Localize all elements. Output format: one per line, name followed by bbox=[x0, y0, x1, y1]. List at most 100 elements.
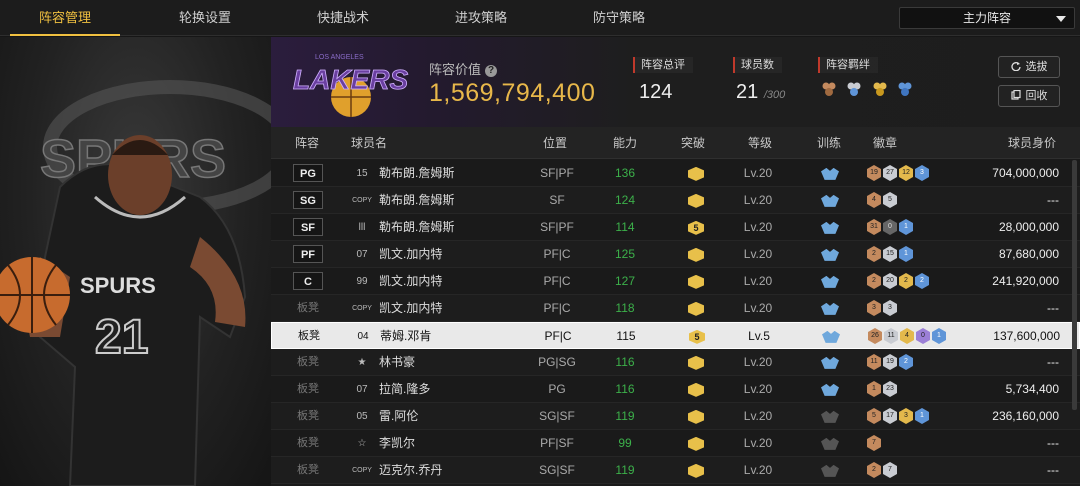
table-row[interactable]: 板凳 04 蒂姆.邓肯 PF|C 115 5 Lv.5 26 11 4 0 1 137,600,000 bbox=[271, 322, 1080, 349]
breakthrough-crown-icon[interactable] bbox=[688, 301, 704, 316]
training-crown-icon[interactable] bbox=[821, 221, 839, 234]
table-row[interactable]: 板凳 05 雷.阿伦 SG|SF 119 Lv.20 5 17 3 1 236,160,000 bbox=[271, 403, 1080, 430]
player-name[interactable]: 林书豪 bbox=[379, 349, 415, 376]
badge-gold-icon: 3 bbox=[899, 408, 913, 424]
training-crown-icon[interactable] bbox=[821, 356, 839, 369]
table-row[interactable]: 板凳 COPY 迈克尔.乔丹 SG|SF 119 Lv.20 2 7 --- bbox=[271, 457, 1080, 484]
breakthrough-crown-icon[interactable] bbox=[688, 274, 704, 289]
player-position: PF|C bbox=[543, 301, 571, 315]
training-crown-icon[interactable] bbox=[821, 275, 839, 288]
lineup-slot: SF bbox=[293, 218, 323, 236]
table-row[interactable]: 板凳 ★ 林书豪 PG|SG 116 Lv.20 11 19 2 --- bbox=[271, 349, 1080, 376]
col-player-name[interactable]: 球员名 bbox=[351, 127, 387, 159]
col-training[interactable]: 训练 bbox=[817, 127, 841, 159]
player-name[interactable]: 勒布朗.詹姆斯 bbox=[379, 214, 454, 241]
lineup-dropdown[interactable]: 主力阵容 bbox=[899, 7, 1075, 29]
table-scrollbar[interactable] bbox=[1072, 160, 1077, 410]
badge-list[interactable]: 19 27 12 3 bbox=[867, 165, 931, 182]
col-breakthrough[interactable]: 突破 bbox=[681, 127, 705, 159]
badge-list[interactable]: 33 bbox=[867, 300, 899, 317]
bond-bronze-icon[interactable] bbox=[821, 81, 837, 97]
badge-blue-icon: 2 bbox=[915, 273, 929, 289]
badge-list[interactable]: 2 20 2 2 bbox=[867, 273, 931, 290]
table-row[interactable]: 板凳 ☆ 李凯尔 PF|SF 99 Lv.20 7 --- bbox=[271, 430, 1080, 457]
tab-defense-strategy[interactable]: 防守策略 bbox=[564, 0, 674, 36]
lineup-summary-header: LAKERS LOS ANGELES 阵容价值? 1,569,794,400 阵… bbox=[271, 37, 1080, 127]
col-rating[interactable]: 能力 bbox=[613, 127, 637, 159]
breakthrough-crown-icon[interactable] bbox=[688, 436, 704, 451]
training-cell bbox=[820, 323, 842, 350]
player-level: Lv.5 bbox=[748, 329, 770, 343]
recycle-button[interactable]: 回收 bbox=[998, 85, 1060, 107]
breakthrough-crown-icon[interactable] bbox=[688, 409, 704, 424]
table-row[interactable]: 板凳 COPY 凯文.加内特 PF|C 118 Lv.20 3 3 --- bbox=[271, 295, 1080, 322]
badge-bronze-icon: 11 bbox=[867, 354, 881, 370]
training-crown-icon[interactable] bbox=[822, 330, 840, 343]
training-crown-icon[interactable] bbox=[821, 383, 839, 396]
table-row[interactable]: SG COPY 勒布朗.詹姆斯 SF 124 Lv.20 4 5 --- bbox=[271, 187, 1080, 214]
badge-list[interactable]: 11 19 2 bbox=[867, 354, 915, 371]
training-crown-icon[interactable] bbox=[821, 437, 839, 450]
training-crown-icon[interactable] bbox=[821, 302, 839, 315]
badge-bronze-icon: 31 bbox=[867, 219, 881, 235]
bond-silver-icon[interactable] bbox=[846, 81, 862, 97]
tab-rotation-settings[interactable]: 轮换设置 bbox=[150, 0, 260, 36]
player-name[interactable]: 迈克尔.乔丹 bbox=[379, 457, 442, 484]
col-lineup[interactable]: 阵容 bbox=[295, 127, 319, 159]
badge-list[interactable]: 2 15 1 bbox=[867, 246, 915, 263]
breakthrough-crown-icon[interactable] bbox=[688, 247, 704, 262]
player-name[interactable]: 拉简.隆多 bbox=[379, 376, 430, 403]
help-icon[interactable]: ? bbox=[485, 64, 498, 77]
breakthrough-crown-icon[interactable] bbox=[688, 355, 704, 370]
badge-bronze-icon: 5 bbox=[867, 408, 881, 424]
player-name[interactable]: 凯文.加内特 bbox=[379, 241, 442, 268]
badge-list[interactable]: 31 0 1 bbox=[867, 219, 915, 236]
badge-list[interactable]: 45 bbox=[867, 192, 899, 209]
lineup-slot: PG bbox=[293, 164, 323, 182]
table-row[interactable]: C 99 凯文.加内特 PF|C 127 Lv.20 2 20 2 2 241,920,000 bbox=[271, 268, 1080, 295]
training-crown-icon[interactable] bbox=[821, 464, 839, 477]
player-name[interactable]: 雷.阿伦 bbox=[379, 403, 418, 430]
pick-button[interactable]: 选拔 bbox=[998, 56, 1060, 78]
training-crown-icon[interactable] bbox=[821, 194, 839, 207]
badge-list[interactable]: 1 23 bbox=[867, 381, 899, 398]
tab-lineup-management[interactable]: 阵容管理 bbox=[10, 0, 120, 36]
table-row[interactable]: PG 15 勒布朗.詹姆斯 SF|PF 136 Lv.20 19 27 12 3 704,000,0… bbox=[271, 160, 1080, 187]
player-name[interactable]: 凯文.加内特 bbox=[379, 268, 442, 295]
player-name[interactable]: 勒布朗.詹姆斯 bbox=[379, 187, 454, 214]
table-row[interactable]: SF lll 勒布朗.詹姆斯 SF|PF 114 5 Lv.20 31 0 1 28,000,000 bbox=[271, 214, 1080, 241]
badge-bronze-icon: 2 bbox=[867, 246, 881, 262]
table-row[interactable]: 板凳 07 拉简.隆多 PG 116 Lv.20 1 23 5,734,400 bbox=[271, 376, 1080, 403]
player-level: Lv.20 bbox=[743, 355, 773, 369]
training-crown-icon[interactable] bbox=[821, 167, 839, 180]
breakthrough-crown-icon[interactable] bbox=[688, 382, 704, 397]
badge-list[interactable]: 26 11 4 0 1 bbox=[868, 328, 948, 345]
bond-gold-icon[interactable] bbox=[872, 81, 888, 97]
badge-list[interactable]: 7 bbox=[867, 435, 883, 452]
player-name[interactable]: 蒂姆.邓肯 bbox=[380, 323, 431, 350]
badge-list[interactable]: 5 17 3 1 bbox=[867, 408, 931, 425]
hero-jersey-number: 21 bbox=[95, 311, 148, 364]
table-row[interactable]: PF 07 凯文.加内特 PF|C 125 Lv.20 2 15 1 87,680,000 bbox=[271, 241, 1080, 268]
tab-offense-strategy[interactable]: 进攻策略 bbox=[426, 0, 536, 36]
training-crown-icon[interactable] bbox=[821, 248, 839, 261]
breakthrough-crown-icon[interactable]: 5 bbox=[689, 329, 705, 344]
player-name[interactable]: 凯文.加内特 bbox=[379, 295, 442, 322]
breakthrough-crown-icon[interactable]: 5 bbox=[688, 220, 704, 235]
col-player-worth[interactable]: 球员身价 bbox=[1008, 127, 1056, 159]
player-count-value: 21 bbox=[736, 81, 759, 103]
breakthrough-crown-icon[interactable] bbox=[688, 463, 704, 478]
player-name[interactable]: 勒布朗.詹姆斯 bbox=[379, 160, 454, 187]
badge-list[interactable]: 27 bbox=[867, 462, 899, 479]
breakthrough-crown-icon[interactable] bbox=[688, 166, 704, 181]
tab-quick-tactics[interactable]: 快捷战术 bbox=[288, 0, 398, 36]
training-crown-icon[interactable] bbox=[821, 410, 839, 423]
player-name[interactable]: 李凯尔 bbox=[379, 430, 415, 457]
breakthrough-crown-icon[interactable] bbox=[688, 193, 704, 208]
bond-blue-icon[interactable] bbox=[897, 81, 913, 97]
player-position: PF|C bbox=[543, 247, 571, 261]
col-level[interactable]: 等级 bbox=[748, 127, 772, 159]
col-badges[interactable]: 徽章 bbox=[873, 127, 897, 159]
player-position: PF|C bbox=[543, 274, 571, 288]
col-position[interactable]: 位置 bbox=[543, 127, 567, 159]
